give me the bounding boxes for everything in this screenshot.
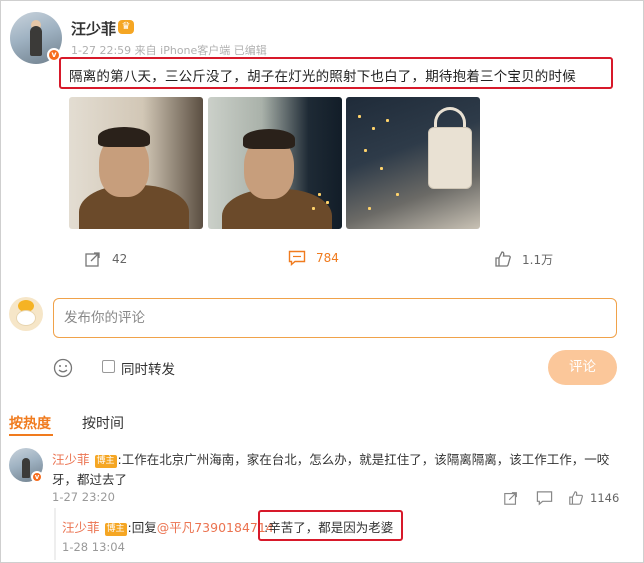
repost-label[interactable]: 同时转发 — [121, 358, 175, 378]
comment-count: 784 — [316, 251, 339, 265]
post-text-highlight: 隔离的第八天，三公斤没了，胡子在灯光的照射下也白了，期待抱着三个宝贝的时候 — [59, 57, 613, 89]
comment-like-count: 1146 — [590, 491, 620, 505]
reply-text-highlight: :辛苦了，都是因为老婆 — [258, 510, 403, 541]
comment-action[interactable]: 784 — [288, 250, 339, 266]
comment-share-icon[interactable] — [503, 490, 519, 506]
thumbs-up-icon — [495, 251, 511, 267]
vip-crown-icon: ♛ — [118, 20, 134, 34]
photo-window-view[interactable] — [346, 97, 480, 229]
like-action[interactable]: 1.1万 — [494, 250, 553, 268]
comment-text-line2: 牙，都过去了 — [52, 472, 128, 487]
comment-text-line1: 汪少菲 博主:工作在北京广州海南，家在台北，怎么办，就是扛住了，该隔离隔离，该工… — [52, 449, 609, 468]
photo-selfie-1[interactable] — [69, 97, 203, 229]
current-user-avatar[interactable] — [9, 297, 43, 331]
reply-author-name[interactable]: 汪少菲 — [62, 520, 100, 535]
submit-comment-button[interactable]: 评论 — [548, 350, 617, 385]
reply-author-tag-badge: 博主 — [104, 523, 127, 536]
tab-sort-hot[interactable]: 按热度 — [9, 413, 51, 433]
share-count: 42 — [112, 252, 128, 266]
author-tag-badge: 博主 — [94, 455, 117, 468]
author-name[interactable]: 汪少菲 — [71, 18, 116, 39]
post-meta: 1-27 22:59 来自 iPhone客户端 已编辑 — [71, 44, 267, 57]
comment-like-action[interactable]: 1146 — [568, 490, 619, 506]
verified-badge-icon: v — [31, 471, 43, 483]
comment-input[interactable] — [53, 298, 617, 338]
commenter-name[interactable]: 汪少菲 — [52, 452, 90, 467]
comment-time: 1-27 23:20 — [52, 490, 115, 504]
reply-text-line: 汪少菲 博主:回复@平凡7390184714 — [62, 517, 274, 536]
post-text: 隔离的第八天，三公斤没了，胡子在灯光的照射下也白了，期待抱着三个宝贝的时候 — [69, 69, 576, 85]
share-icon — [85, 252, 100, 267]
reply-mention-link[interactable]: @平凡7390184714 — [157, 520, 274, 535]
reply-prefix: :回复 — [127, 520, 157, 535]
comment-reply-icon[interactable] — [536, 490, 553, 506]
thumbs-up-icon — [569, 491, 583, 505]
share-action[interactable]: 42 — [84, 250, 127, 268]
comment-text: :工作在北京广州海南，家在台北，怎么办，就是扛住了，该隔离隔离，该工作工作，一咬 — [117, 452, 610, 467]
active-tab-indicator — [9, 434, 53, 436]
repost-checkbox[interactable] — [102, 360, 115, 373]
comment-icon — [288, 250, 306, 266]
reply-time: 1-28 13:04 — [62, 540, 125, 554]
photo-selfie-2[interactable] — [208, 97, 342, 229]
emoji-icon[interactable] — [53, 358, 73, 378]
tab-sort-time[interactable]: 按时间 — [82, 413, 124, 433]
like-count: 1.1万 — [522, 252, 554, 267]
reply-text: :辛苦了，都是因为老婆 — [264, 520, 394, 535]
